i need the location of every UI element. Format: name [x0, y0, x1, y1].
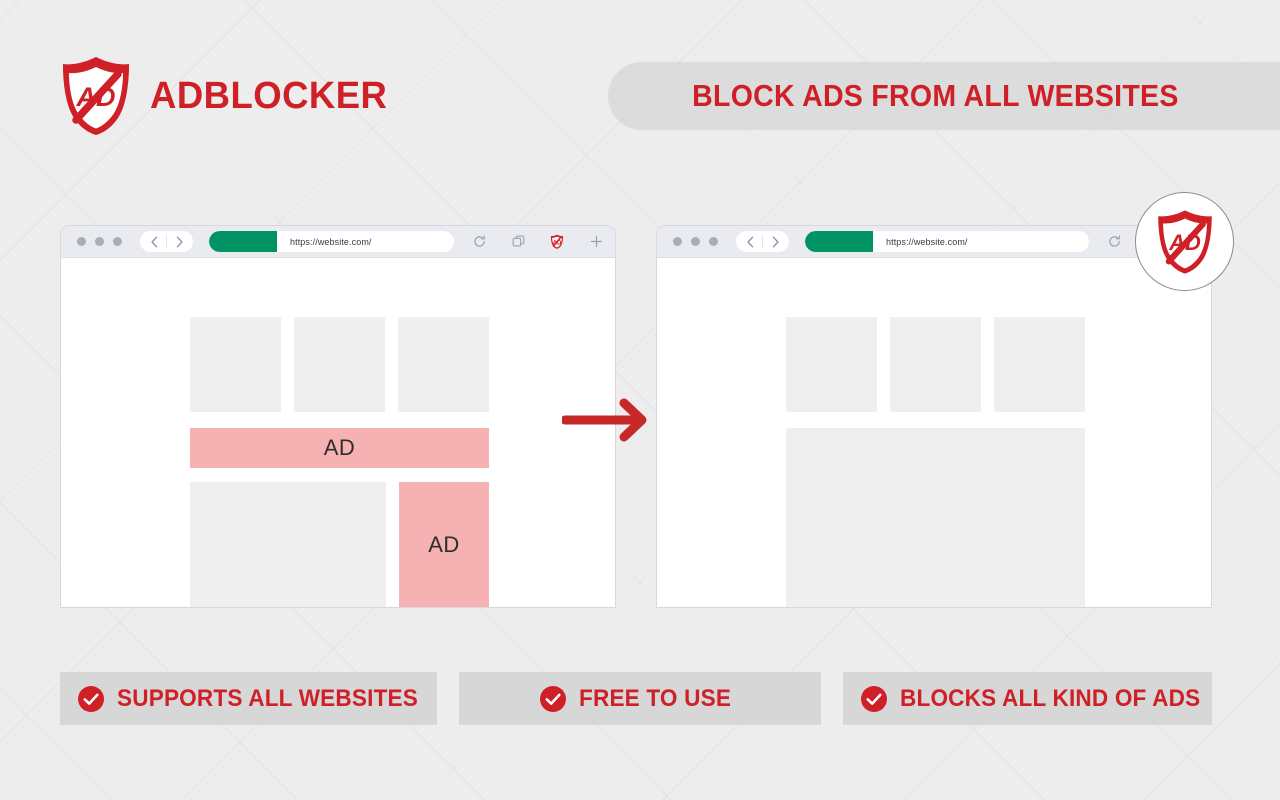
webpage-content-after [657, 258, 1211, 607]
reload-icon[interactable] [470, 233, 488, 251]
chevron-left-icon[interactable] [738, 231, 762, 252]
check-circle-icon [861, 685, 887, 712]
ad-label: AD [323, 435, 356, 460]
check-circle-icon [539, 685, 566, 712]
webpage-content-before: AD AD [61, 258, 615, 607]
check-circle-icon [78, 685, 104, 712]
window-dots-icon [77, 237, 122, 246]
shield-ad-blocked-icon: AD [58, 54, 134, 138]
plus-icon[interactable] [587, 233, 605, 251]
feature-label: FREE TO USE [578, 684, 731, 712]
chevron-left-icon[interactable] [142, 231, 166, 252]
ad-sidebar-block: AD [399, 482, 489, 607]
content-placeholder [994, 317, 1085, 412]
browser-window-before: https://website.com/ AD AD AD [60, 225, 616, 608]
headline-text: BLOCK ADS FROM ALL WEBSITES [691, 78, 1179, 113]
chevron-right-icon[interactable] [167, 231, 191, 252]
feature-label: SUPPORTS ALL WEBSITES [117, 684, 419, 712]
ad-banner-block: AD [190, 428, 489, 468]
window-dot [95, 237, 104, 246]
feature-bar-blocks-all-kind-of-ads: BLOCKS ALL KIND OF ADS [843, 672, 1212, 725]
duplicate-tab-icon[interactable] [509, 233, 527, 251]
address-bar[interactable]: https://website.com/ [209, 231, 454, 252]
navigation-pill [140, 231, 193, 252]
content-placeholder [294, 317, 385, 412]
headline-banner: BLOCK ADS FROM ALL WEBSITES [608, 62, 1280, 130]
content-placeholder [398, 317, 489, 412]
address-bar-url: https://website.com/ [886, 236, 968, 247]
ad-label: AD [428, 532, 460, 557]
reload-icon[interactable] [1105, 233, 1123, 251]
content-placeholder [190, 317, 281, 412]
browser-window-after: https://website.com/ [656, 225, 1212, 608]
feature-bar-free-to-use: FREE TO USE [459, 672, 821, 725]
window-dot [673, 237, 682, 246]
window-dot [77, 237, 86, 246]
secure-indicator-pill [805, 231, 873, 252]
window-dot [691, 237, 700, 246]
chevron-right-icon[interactable] [763, 231, 787, 252]
shield-ad-blocked-icon: AD [1154, 208, 1216, 276]
brand-name: ADBLOCKER [150, 74, 388, 117]
content-placeholder [890, 317, 981, 412]
content-placeholder-main [786, 428, 1085, 607]
window-dot [709, 237, 718, 246]
feature-bar-supports-all-websites: SUPPORTS ALL WEBSITES [60, 672, 437, 725]
navigation-pill [736, 231, 789, 252]
adblocker-badge: AD [1135, 192, 1234, 291]
secure-indicator-pill [209, 231, 277, 252]
address-bar[interactable]: https://website.com/ [805, 231, 1089, 252]
window-dots-icon [673, 237, 718, 246]
browser-toolbar: https://website.com/ AD [61, 226, 615, 258]
address-bar-url: https://website.com/ [290, 236, 372, 247]
feature-label: BLOCKS ALL KIND OF ADS [900, 684, 1201, 712]
browser-toolbar: https://website.com/ [657, 226, 1211, 258]
content-placeholder [786, 317, 877, 412]
window-dot [113, 237, 122, 246]
content-placeholder [190, 482, 386, 607]
arrow-right-icon [560, 398, 654, 442]
brand-logo-group: AD ADBLOCKER [58, 54, 397, 138]
shield-ad-icon[interactable]: AD [548, 233, 566, 251]
